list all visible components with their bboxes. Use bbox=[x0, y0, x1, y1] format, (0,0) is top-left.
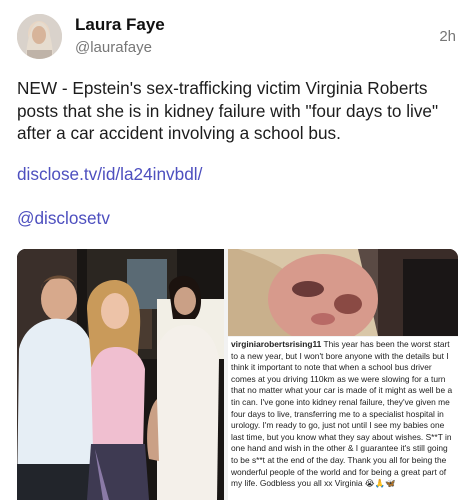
media-image[interactable]: virginiarobertsrising11 This year has be… bbox=[17, 249, 458, 500]
injury-selfie-photo bbox=[228, 249, 458, 336]
group-photo bbox=[17, 249, 224, 500]
post-link[interactable]: disclose.tv/id/la24invbdl/ bbox=[17, 164, 202, 185]
post-text: NEW - Epstein's sex-trafficking victim V… bbox=[17, 78, 439, 143]
author-name[interactable]: Laura Faye bbox=[75, 15, 165, 35]
avatar-image bbox=[17, 14, 62, 59]
mention-link[interactable]: @disclosetv bbox=[17, 208, 110, 229]
author-handle[interactable]: @laurafaye bbox=[75, 39, 152, 56]
caption-username: virginiarobertsrising11 bbox=[231, 339, 322, 349]
avatar[interactable] bbox=[17, 14, 62, 59]
caption-text: This year has been the worst start to a … bbox=[231, 339, 453, 489]
instagram-caption: virginiarobertsrising11 This year has be… bbox=[228, 337, 458, 500]
post-timestamp: 2h bbox=[439, 28, 456, 45]
group-photo-illustration bbox=[17, 249, 224, 500]
post-card: Laura Faye @laurafaye 2h NEW - Epstein's… bbox=[0, 0, 474, 500]
selfie-illustration bbox=[228, 249, 458, 336]
